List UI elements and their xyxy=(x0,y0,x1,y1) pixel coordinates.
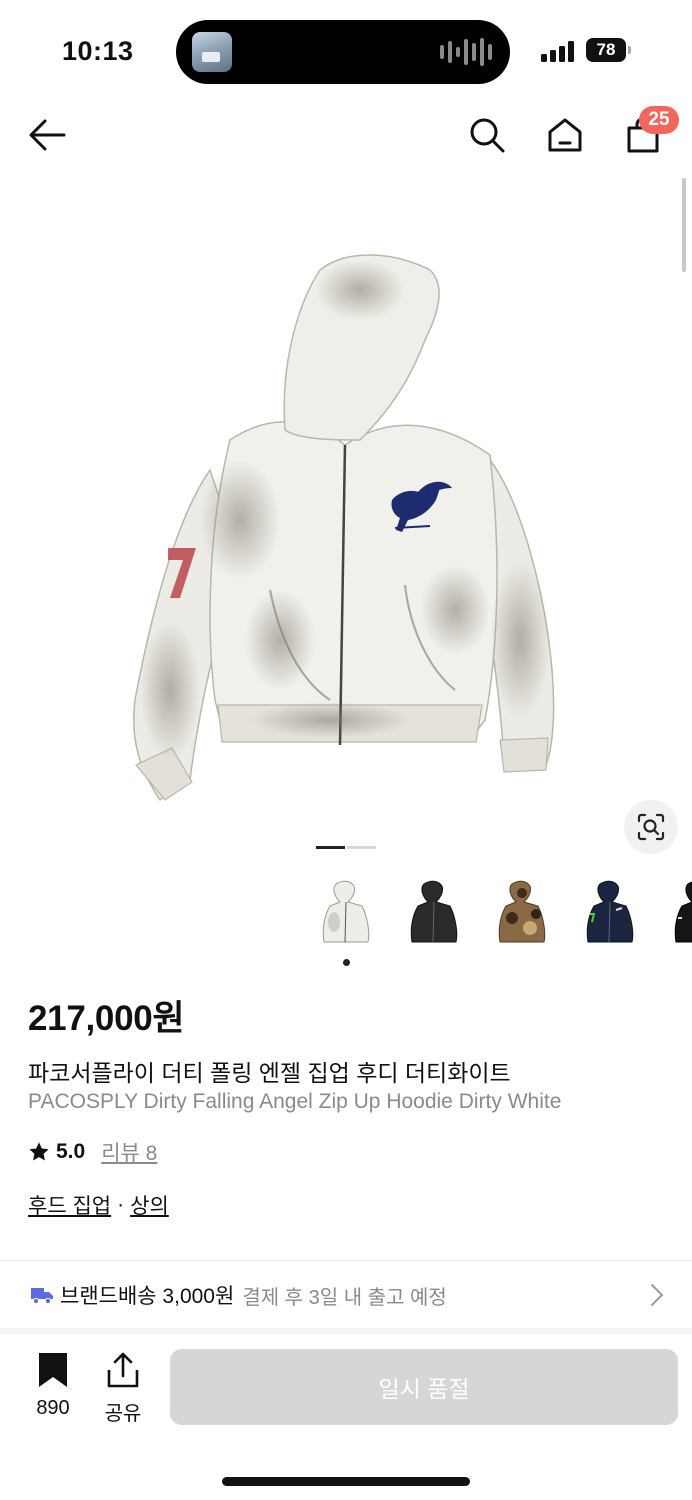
cart-count-badge: 25 xyxy=(639,106,679,134)
shipping-fee-label: 브랜드배송 3,000원 xyxy=(60,1285,235,1308)
category-link-hood-zipup[interactable]: 후드 집업 xyxy=(28,1190,111,1220)
home-button[interactable] xyxy=(538,108,592,162)
carousel-indicator-active xyxy=(316,846,345,849)
bottom-action-bar: 890 공유 일시 품절 xyxy=(0,1334,692,1500)
battery-level: 78 xyxy=(596,40,616,59)
share-icon xyxy=(107,1352,139,1388)
variant-thumb-camo[interactable] xyxy=(482,872,562,954)
home-icon xyxy=(548,118,582,152)
home-indicator[interactable] xyxy=(222,1477,470,1486)
variant-thumbnails xyxy=(306,872,692,956)
dynamic-island[interactable] xyxy=(176,20,510,84)
status-time: 10:13 xyxy=(62,36,134,66)
bookmark-button[interactable]: 890 xyxy=(30,1352,76,1420)
now-playing-artwork xyxy=(192,32,232,72)
variant-thumb-black-2[interactable] xyxy=(658,872,692,954)
chevron-right-icon xyxy=(651,1284,664,1306)
search-button[interactable] xyxy=(460,108,514,162)
share-button[interactable]: 공유 xyxy=(100,1352,146,1426)
image-search-button[interactable] xyxy=(624,800,678,854)
cellular-signal-icon xyxy=(541,40,574,62)
shipping-info-row[interactable]: 브랜드배송 3,000원 결제 후 3일 내 출고 예정 xyxy=(0,1262,692,1328)
status-bar: 10:13 78 xyxy=(0,0,692,100)
page-scrollbar[interactable] xyxy=(682,178,686,272)
product-categories: 후드 집업 · 상의 xyxy=(28,1190,169,1220)
carousel-page-indicator xyxy=(316,846,376,849)
truck-icon xyxy=(31,1288,53,1305)
bookmark-count: 890 xyxy=(36,1397,70,1419)
variant-thumb-black[interactable] xyxy=(394,872,474,954)
section-divider xyxy=(0,1260,692,1261)
selected-variant-dot xyxy=(343,959,350,966)
battery-icon: 78 xyxy=(586,38,631,62)
arrow-left-icon xyxy=(29,119,66,151)
category-separator: · xyxy=(117,1193,125,1216)
sold-out-button[interactable]: 일시 품절 xyxy=(170,1349,678,1425)
category-link-top[interactable]: 상의 xyxy=(130,1190,169,1220)
rating-score: 5.0 xyxy=(56,1140,86,1163)
review-link[interactable]: 리뷰 8 xyxy=(101,1137,157,1167)
product-name-korean: 파코서플라이 더티 폴링 엔젤 집업 후디 더티화이트 xyxy=(28,1060,511,1086)
product-rating: 5.0 리뷰 8 xyxy=(28,1137,157,1167)
share-label: 공유 xyxy=(104,1403,142,1425)
product-image-carousel[interactable] xyxy=(0,172,692,862)
star-icon xyxy=(29,1142,49,1161)
product-price: 217,000원 xyxy=(28,999,185,1038)
product-name-english: PACOSPLY Dirty Falling Angel Zip Up Hood… xyxy=(28,1090,562,1113)
variant-thumb-dirty-white[interactable] xyxy=(306,872,386,954)
top-navigation: 25 xyxy=(0,100,692,170)
search-icon xyxy=(470,118,505,153)
audio-waveform-icon xyxy=(440,38,492,66)
hoodie-image xyxy=(132,254,555,802)
variant-thumb-navy[interactable] xyxy=(570,872,650,954)
lens-search-icon xyxy=(637,813,665,841)
carousel-indicator-inactive xyxy=(347,846,376,849)
back-button[interactable] xyxy=(20,108,74,162)
shipping-eta-note: 결제 후 3일 내 출고 예정 xyxy=(242,1286,447,1309)
bookmark-icon xyxy=(39,1353,67,1387)
